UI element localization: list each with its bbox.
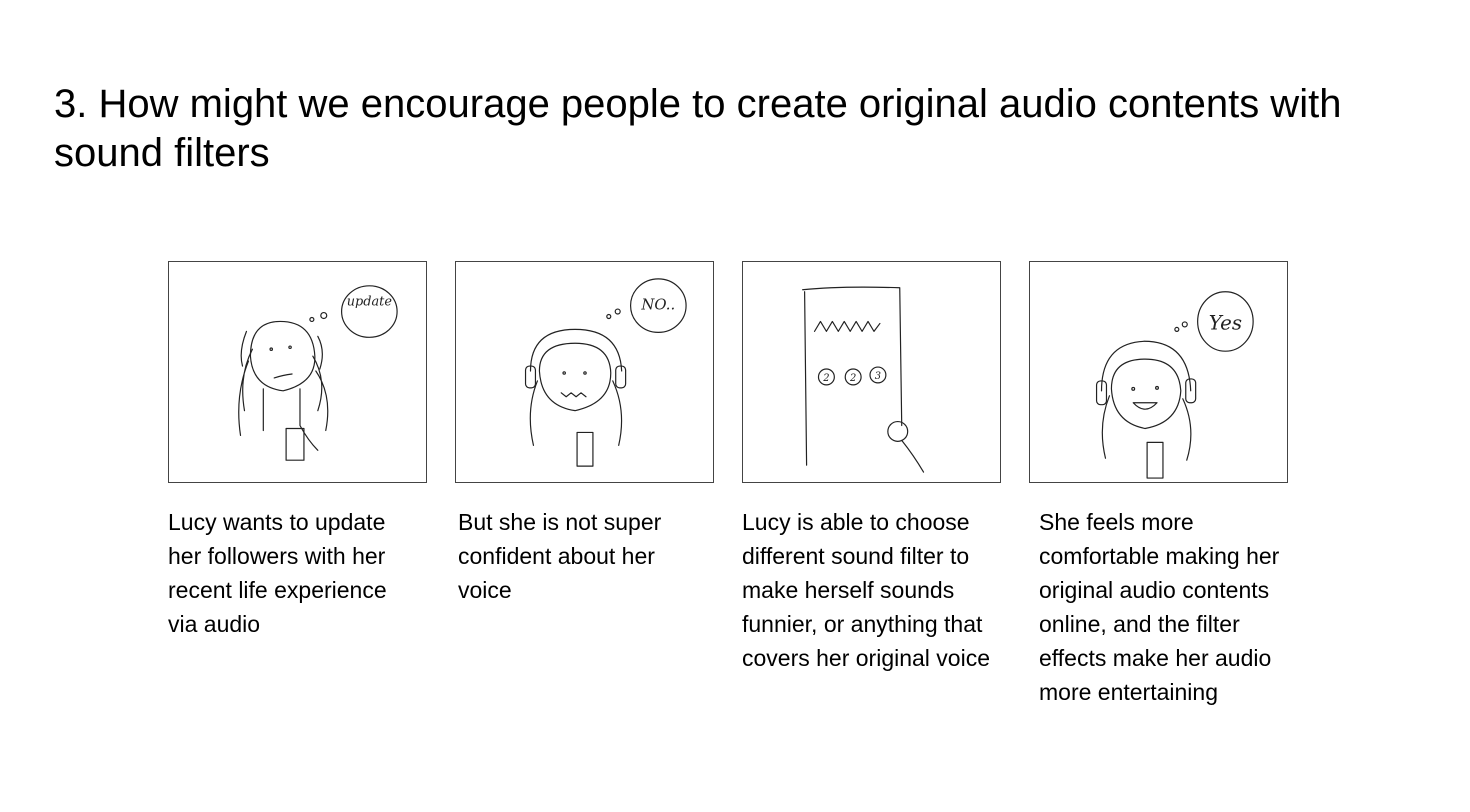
caption-panel-4: She feels more comfortable making her or… (1039, 509, 1280, 705)
caption-panel-3: Lucy is able to choose different sound f… (742, 509, 991, 671)
bubble-text: NO.. (640, 296, 675, 314)
caption-panel-1: Lucy wants to update her followers with … (168, 509, 387, 637)
caption-panel-2: But she is not super confident about her… (458, 509, 662, 603)
filter-option-1: 2 (822, 373, 829, 384)
slide-title: 3. How might we encourage people to crea… (54, 82, 1342, 175)
sketch-girl-thinking-yes: Yes (1095, 291, 1254, 479)
sketch-girl-thinking-no: NO.. (524, 278, 687, 467)
filter-option-3: 3 (875, 371, 881, 382)
bubble-text: update (347, 295, 393, 310)
storyboard-panel-4: Yes (1029, 261, 1288, 483)
sketch-girl-thinking-update: update (238, 285, 398, 461)
storyboard-panel-3: 2 2 3 (742, 261, 1001, 483)
storyboard-panel-1: update (168, 261, 427, 483)
storyboard-panel-2: NO.. (455, 261, 714, 483)
filter-option-2: 2 (849, 373, 856, 384)
sketch-phone-filter-screen: 2 2 3 (802, 286, 925, 473)
bubble-text: Yes (1209, 311, 1242, 334)
